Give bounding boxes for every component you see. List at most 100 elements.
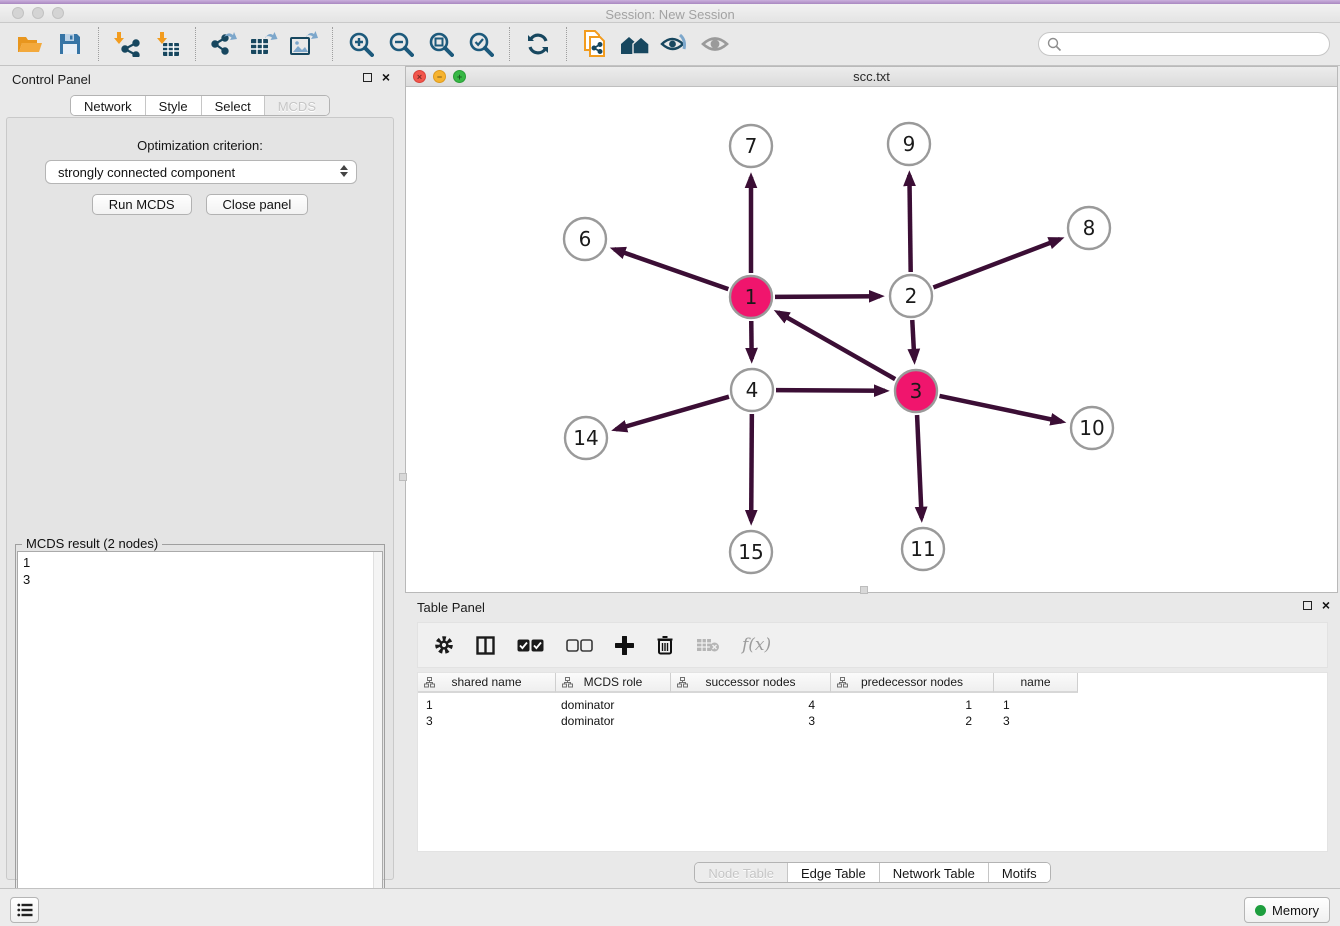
node-15[interactable]: 15	[730, 531, 772, 573]
export-table-button[interactable]	[244, 27, 284, 61]
export-image-button[interactable]	[284, 27, 324, 61]
edge-3-11[interactable]	[917, 415, 922, 518]
table-settings-button[interactable]	[434, 635, 454, 655]
node-2[interactable]: 2	[890, 275, 932, 317]
duplicate-network-button[interactable]	[575, 27, 615, 61]
toolbar-separator	[195, 27, 196, 61]
cell-predecessor-nodes[interactable]: 2	[831, 713, 994, 729]
optimization-criterion-select[interactable]: strongly connected component	[45, 160, 357, 184]
cell-MCDS-role[interactable]: dominator	[556, 697, 671, 713]
float-panel-icon[interactable]	[363, 73, 372, 82]
tab-node-table[interactable]: Node Table	[695, 863, 787, 882]
tab-style[interactable]: Style	[145, 96, 201, 115]
toolbar-separator	[332, 27, 333, 61]
float-table-panel-icon[interactable]	[1303, 601, 1312, 610]
node-9[interactable]: 9	[888, 123, 930, 165]
main-toolbar	[0, 23, 1340, 66]
window-title: Session: New Session	[0, 7, 1340, 22]
show-all-button[interactable]	[695, 27, 735, 61]
tab-select[interactable]: Select	[201, 96, 264, 115]
node-4[interactable]: 4	[731, 369, 773, 411]
edge-4-15[interactable]	[751, 414, 752, 521]
import-network-button[interactable]	[107, 27, 147, 61]
cell-successor-nodes[interactable]: 3	[671, 713, 831, 729]
zoom-in-button[interactable]	[341, 27, 381, 61]
column-header-shared-name[interactable]: shared name	[418, 673, 556, 693]
zoom-fit-button[interactable]	[421, 27, 461, 61]
zoom-selected-button[interactable]	[461, 27, 501, 61]
result-scrollbar[interactable]	[373, 552, 382, 919]
network-canvas[interactable]: 1 2 3 4 6 7 8 9 10 11 14 15	[406, 87, 1337, 592]
node-8[interactable]: 8	[1068, 207, 1110, 249]
splitter-handle-left[interactable]	[399, 473, 407, 481]
tab-motifs[interactable]: Motifs	[988, 863, 1050, 882]
delete-table-button[interactable]	[696, 637, 720, 653]
save-session-button[interactable]	[50, 27, 90, 61]
refresh-layout-button[interactable]	[518, 27, 558, 61]
export-image-icon	[290, 31, 318, 57]
zoom-out-button[interactable]	[381, 27, 421, 61]
export-network-button[interactable]	[204, 27, 244, 61]
status-bar: Memory	[0, 888, 1340, 926]
cell-shared-name[interactable]: 1	[418, 697, 556, 713]
run-mcds-button[interactable]: Run MCDS	[92, 194, 192, 215]
first-neighbors-button[interactable]	[615, 27, 655, 61]
cell-name[interactable]: 3	[994, 713, 1078, 729]
cell-successor-nodes[interactable]: 4	[671, 697, 831, 713]
column-label: name	[1020, 675, 1050, 689]
node-3[interactable]: 3	[895, 370, 937, 412]
delete-column-button[interactable]	[656, 635, 674, 655]
table-row[interactable]: 3dominator323	[418, 713, 1078, 729]
column-header-successor-nodes[interactable]: successor nodes	[671, 673, 831, 693]
network-title: scc.txt	[406, 69, 1337, 84]
edge-1-2[interactable]	[775, 296, 880, 297]
node-10[interactable]: 10	[1071, 407, 1113, 449]
tab-edge-table[interactable]: Edge Table	[787, 863, 879, 882]
edge-4-3[interactable]	[776, 390, 885, 391]
column-header-MCDS-role[interactable]: MCDS role	[556, 673, 671, 693]
function-builder-button[interactable]: f(x)	[742, 635, 771, 655]
show-columns-button[interactable]	[476, 636, 495, 655]
eye-icon	[700, 32, 730, 56]
memory-button[interactable]: Memory	[1244, 897, 1330, 923]
tab-network[interactable]: Network	[71, 96, 145, 115]
tab-mcds[interactable]: MCDS	[264, 96, 329, 115]
select-all-button[interactable]	[517, 639, 544, 652]
edge-2-9[interactable]	[909, 175, 910, 272]
cell-MCDS-role[interactable]: dominator	[556, 713, 671, 729]
mcds-result-text[interactable]: 1 3	[17, 551, 383, 920]
import-table-button[interactable]	[147, 27, 187, 61]
task-history-button[interactable]	[10, 897, 39, 923]
edge-2-3[interactable]	[912, 320, 914, 360]
edge-3-10[interactable]	[939, 396, 1061, 422]
close-table-panel-icon[interactable]: ×	[1322, 600, 1330, 610]
node-11[interactable]: 11	[902, 528, 944, 570]
node-6[interactable]: 6	[564, 218, 606, 260]
node-14[interactable]: 14	[565, 417, 607, 459]
close-panel-icon[interactable]: ×	[382, 72, 390, 82]
edge-4-14[interactable]	[616, 397, 729, 430]
open-session-button[interactable]	[10, 27, 50, 61]
edge-1-6[interactable]	[614, 249, 728, 289]
cell-predecessor-nodes[interactable]: 1	[831, 697, 994, 713]
shared-column-icon	[677, 677, 688, 688]
table-row[interactable]: 1dominator411	[418, 697, 1078, 713]
column-header-name[interactable]: name	[994, 673, 1078, 693]
close-panel-button[interactable]: Close panel	[206, 194, 309, 215]
cell-name[interactable]: 1	[994, 697, 1078, 713]
edge-3-1[interactable]	[778, 312, 895, 379]
node-7[interactable]: 7	[730, 125, 772, 167]
search-input[interactable]	[1038, 32, 1330, 56]
optimization-criterion-label: Optimization criterion:	[7, 138, 393, 153]
hide-selected-button[interactable]	[655, 27, 695, 61]
deselect-all-button[interactable]	[566, 639, 593, 652]
column-header-predecessor-nodes[interactable]: predecessor nodes	[831, 673, 994, 693]
table-panel-header: Table Panel ×	[405, 594, 1340, 620]
cell-shared-name[interactable]: 3	[418, 713, 556, 729]
tab-network-table[interactable]: Network Table	[879, 863, 988, 882]
add-column-button[interactable]	[615, 636, 634, 655]
edge-2-8[interactable]	[933, 239, 1060, 287]
splitter-handle-bottom[interactable]	[860, 586, 868, 594]
search-container	[1038, 32, 1330, 56]
node-1[interactable]: 1	[730, 276, 772, 318]
